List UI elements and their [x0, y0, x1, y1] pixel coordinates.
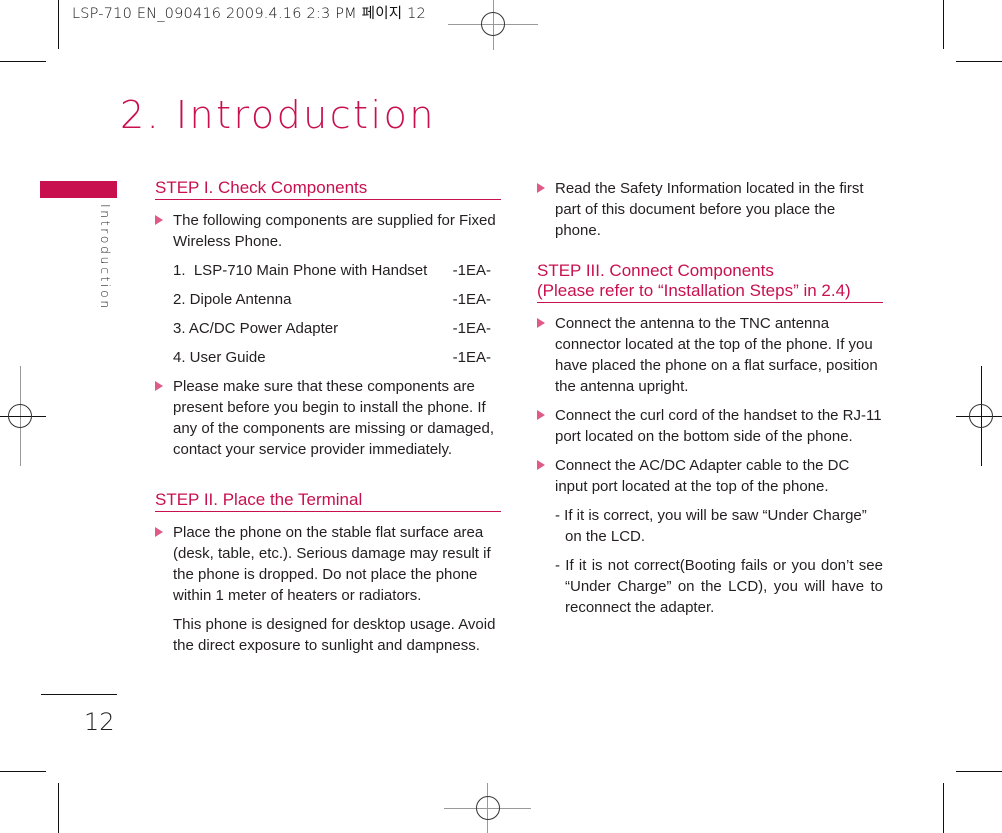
component-name: 3. AC/DC Power Adapter: [173, 320, 339, 337]
component-item: 3. AC/DC Power Adapter -1EA-: [155, 318, 501, 339]
crop-mark: [943, 783, 944, 833]
triangle-bullet-icon: [537, 183, 545, 193]
crop-mark: [956, 771, 1002, 772]
component-list: 1. LSP-710 Main Phone with Handset -1EA-…: [155, 260, 501, 368]
page-number-rule: [41, 694, 117, 695]
step3-sub-note: - If it is not correct(Booting fails or …: [555, 557, 883, 616]
crop-mark: [58, 0, 59, 49]
right-column: Read the Safety Information located in t…: [537, 178, 883, 626]
component-qty: -1EA-: [452, 262, 491, 279]
triangle-bullet-icon: [537, 318, 545, 328]
component-item: 4. User Guide -1EA-: [155, 347, 501, 368]
step3-heading-line2: (Please refer to “Installation Steps” in…: [537, 281, 851, 300]
component-item: 2. Dipole Antenna -1EA-: [155, 289, 501, 310]
page-number: 12: [84, 708, 115, 736]
step2-safety-bullet: Read the Safety Information located in t…: [537, 178, 883, 241]
crop-mark: [956, 61, 1002, 62]
chapter-title: 2. Introduction: [120, 93, 436, 137]
crop-mark: [58, 783, 59, 833]
component-qty: -1EA-: [452, 291, 491, 308]
step3-heading-line1: STEP III. Connect Components: [537, 261, 774, 280]
component-qty: -1EA-: [452, 320, 491, 337]
print-header: LSP-710 EN_090416 2009.4.16 2:3 PM 페이지 1…: [72, 6, 426, 22]
component-item: 1. LSP-710 Main Phone with Handset -1EA-: [155, 260, 501, 281]
step2-bullet: Place the phone on the stable flat surfa…: [155, 522, 501, 606]
component-qty: -1EA-: [452, 349, 491, 366]
step3-bullet: Connect the AC/DC Adapter cable to the D…: [537, 455, 883, 497]
section-tab-marker: [40, 181, 117, 198]
left-column: STEP I. Check Components The following c…: [155, 178, 501, 664]
triangle-bullet-icon: [155, 215, 163, 225]
triangle-bullet-icon: [537, 410, 545, 420]
step1-intro: The following components are supplied fo…: [155, 210, 501, 252]
step3-bullet: Connect the curl cord of the handset to …: [537, 405, 883, 447]
step3-heading: STEP III. Connect Components (Please ref…: [537, 261, 883, 303]
step2-heading: STEP II. Place the Terminal: [155, 490, 501, 512]
crop-mark: [943, 0, 944, 49]
triangle-bullet-icon: [155, 381, 163, 391]
crop-mark: [0, 61, 46, 62]
triangle-bullet-icon: [537, 460, 545, 470]
step2-paragraph: This phone is designed for desktop usage…: [173, 616, 496, 654]
crop-mark: [0, 771, 46, 772]
component-name: 2. Dipole Antenna: [173, 291, 292, 308]
section-side-label: Introduction: [98, 204, 113, 311]
step1-note: Please make sure that these components a…: [155, 376, 501, 460]
step3-sub-note: - If it is correct, you will be saw “Und…: [555, 507, 867, 545]
component-name: 4. User Guide: [173, 349, 266, 366]
component-name: 1. LSP-710 Main Phone with Handset: [173, 262, 428, 279]
triangle-bullet-icon: [155, 527, 163, 537]
step1-heading: STEP I. Check Components: [155, 178, 501, 200]
step3-bullet: Connect the antenna to the TNC antenna c…: [537, 313, 883, 397]
